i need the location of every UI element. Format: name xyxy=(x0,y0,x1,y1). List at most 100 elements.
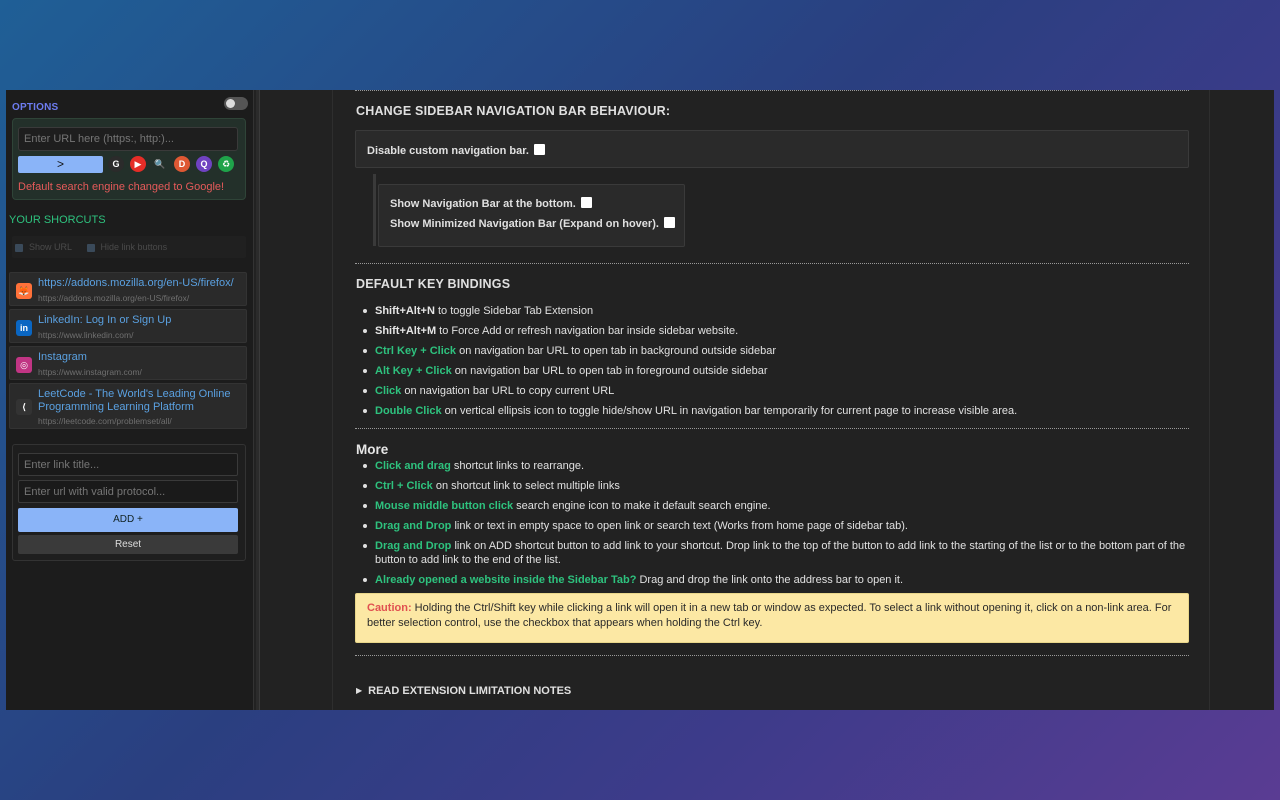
nav-section-title: CHANGE SIDEBAR NAVIGATION BAR BEHAVIOUR: xyxy=(356,104,671,118)
disable-nav-label: Disable custom navigation bar. xyxy=(367,145,529,157)
disable-nav-option[interactable]: Disable custom navigation bar. xyxy=(367,144,545,157)
more-tip-text: on shortcut link to select multiple link… xyxy=(432,480,620,492)
search-icon[interactable]: 🔍 xyxy=(152,156,168,172)
show-url-label: Show URL xyxy=(29,242,73,252)
more-tip-item: Drag and Drop link or text in empty spac… xyxy=(356,519,1186,533)
more-tip-key: Click and drag xyxy=(375,460,451,472)
key-binding-item: Shift+Alt+N to toggle Sidebar Tab Extens… xyxy=(356,304,1186,318)
google-icon[interactable]: G xyxy=(108,156,124,172)
shortcut-link-title: https://addons.mozilla.org/en-US/firefox… xyxy=(38,277,234,289)
show-bottom-option[interactable]: Show Navigation Bar at the bottom. xyxy=(390,197,592,210)
shortcut-link-url: https://www.instagram.com/ xyxy=(38,367,142,377)
show-bottom-checkbox[interactable] xyxy=(580,197,592,208)
show-minimized-checkbox[interactable] xyxy=(663,217,675,228)
link-url-input[interactable] xyxy=(18,480,238,503)
hide-buttons-option[interactable]: Hide link buttons xyxy=(86,242,174,252)
shortcut-link-title: Instagram xyxy=(38,351,87,363)
search-status-message: Default search engine changed to Google! xyxy=(18,181,225,193)
more-tip-item: Mouse middle button click search engine … xyxy=(356,499,1186,513)
section-divider xyxy=(355,428,1189,429)
url-input[interactable] xyxy=(18,127,238,151)
key-binding-key: Ctrl Key + Click xyxy=(375,345,457,357)
more-tip-item: Click and drag shortcut links to rearran… xyxy=(356,459,1186,473)
more-tip-item: Drag and Drop link on ADD shortcut butto… xyxy=(356,539,1186,567)
section-divider xyxy=(355,263,1189,264)
add-link-button[interactable]: ADD + xyxy=(18,508,238,532)
key-binding-key: Double Click xyxy=(375,405,442,417)
key-binding-key: Click xyxy=(375,385,402,397)
options-header: OPTIONS xyxy=(12,97,248,113)
options-title: OPTIONS xyxy=(12,102,59,113)
qwant-icon[interactable]: Q xyxy=(196,156,212,172)
key-binding-key: Shift+Alt+N xyxy=(375,305,435,317)
show-url-checkbox[interactable] xyxy=(15,243,23,252)
limitation-notes-toggle[interactable]: ▶ READ EXTENSION LIMITATION NOTES xyxy=(356,685,571,697)
key-binding-text: to toggle Sidebar Tab Extension xyxy=(434,305,594,317)
more-tip-key: Ctrl + Click xyxy=(375,480,433,492)
recycle-icon[interactable]: ♻ xyxy=(218,156,234,172)
shortcut-link-list: 🦊 https://addons.mozilla.org/en-US/firefo… xyxy=(9,272,247,432)
go-button[interactable]: > xyxy=(18,156,103,173)
duckduckgo-icon[interactable]: D xyxy=(174,156,190,172)
shortcut-link[interactable]: in LinkedIn: Log In or Sign Up https://www… xyxy=(9,309,247,343)
caution-label: Caution: xyxy=(367,602,412,614)
shortcut-link-url: https://www.linkedin.com/ xyxy=(38,330,134,340)
section-divider xyxy=(355,655,1189,656)
youtube-icon[interactable]: ▶ xyxy=(130,156,146,172)
key-binding-item: Double Click on vertical ellipsis icon t… xyxy=(356,404,1186,418)
key-binding-key: Alt Key + Click xyxy=(375,365,452,377)
key-binding-text: on navigation bar URL to open tab in for… xyxy=(451,365,768,377)
key-binding-key: Shift+Alt+M xyxy=(375,325,437,337)
sidebar: OPTIONS > G ▶ 🔍 DQ ♻ Default search engine c… xyxy=(6,90,254,710)
more-tip-text: link on ADD shortcut button to add link … xyxy=(375,540,1186,566)
more-tip-text: link or text in empty space to open link… xyxy=(451,520,908,532)
key-bindings-title: DEFAULT KEY BINDINGS xyxy=(356,277,511,291)
options-toggle[interactable] xyxy=(224,97,248,110)
firefox-icon: 🦊 xyxy=(16,283,32,299)
more-tip-key: Mouse middle button click xyxy=(375,500,514,512)
limitation-notes-label: READ EXTENSION LIMITATION NOTES xyxy=(368,685,572,697)
reset-button[interactable]: Reset xyxy=(18,535,238,554)
more-tip-item: Ctrl + Click on shortcut link to select … xyxy=(356,479,1186,493)
settings-main: CHANGE SIDEBAR NAVIGATION BAR BEHAVIOUR:… xyxy=(332,90,1210,710)
show-minimized-option[interactable]: Show Minimized Navigation Bar (Expand on… xyxy=(390,217,675,230)
more-tip-text: shortcut links to rearrange. xyxy=(450,460,585,472)
shortcut-link[interactable]: ◎ Instagram https://www.instagram.com/ xyxy=(9,346,247,380)
key-binding-text: on vertical ellipsis icon to toggle hide… xyxy=(441,405,1018,417)
caution-notice: Caution: Holding the Ctrl/Shift key whil… xyxy=(355,593,1189,643)
indent-bar xyxy=(373,174,376,246)
more-tip-key: Drag and Drop xyxy=(375,540,452,552)
shortcut-display-options: Show URL Hide link buttons xyxy=(12,236,246,258)
disable-nav-box: Disable custom navigation bar. xyxy=(355,130,1189,168)
shortcut-link[interactable]: 🦊 https://addons.mozilla.org/en-US/firefo… xyxy=(9,272,247,306)
show-minimized-label: Show Minimized Navigation Bar (Expand on… xyxy=(390,218,659,230)
main-edge xyxy=(259,90,260,710)
link-title-input[interactable] xyxy=(18,453,238,476)
instagram-icon: ◎ xyxy=(16,357,32,373)
shortcut-link-title: LinkedIn: Log In or Sign Up xyxy=(38,314,172,326)
caution-text: Holding the Ctrl/Shift key while clickin… xyxy=(367,602,1172,629)
section-divider xyxy=(355,90,1189,91)
show-url-option[interactable]: Show URL xyxy=(15,242,78,252)
more-tip-key: Already opened a website inside the Side… xyxy=(375,574,637,586)
add-link-form: ADD + Reset xyxy=(12,444,246,561)
more-tip-key: Drag and Drop xyxy=(375,520,452,532)
disable-nav-checkbox[interactable] xyxy=(534,144,545,155)
key-binding-item: Click on navigation bar URL to copy curr… xyxy=(356,384,1186,398)
search-panel: > G ▶ 🔍 DQ ♻ Default search engine changed t… xyxy=(12,118,246,200)
shortcut-link[interactable]: ⟨ LeetCode - The World's Leading Online P… xyxy=(9,383,247,429)
more-title: More xyxy=(356,442,389,457)
leetcode-icon: ⟨ xyxy=(16,399,32,415)
hide-buttons-checkbox[interactable] xyxy=(86,243,95,252)
right-gutter xyxy=(1210,90,1274,710)
nav-suboptions-box: Show Navigation Bar at the bottom. Show … xyxy=(378,184,685,247)
shortcut-link-url: https://leetcode.com/problemset/all/ xyxy=(38,416,172,426)
more-tips-list: Click and drag shortcut links to rearran… xyxy=(356,459,1186,593)
key-bindings-list: Shift+Alt+N to toggle Sidebar Tab Extens… xyxy=(356,304,1186,424)
linkedin-icon: in xyxy=(16,320,32,336)
shortcut-link-url: https://addons.mozilla.org/en-US/firefox… xyxy=(38,293,190,303)
more-tip-text: Drag and drop the link onto the address … xyxy=(636,574,904,586)
disclosure-triangle-icon: ▶ xyxy=(356,686,363,695)
key-binding-text: on navigation bar URL to open tab in bac… xyxy=(456,345,777,357)
more-tip-item: Already opened a website inside the Side… xyxy=(356,573,1186,587)
